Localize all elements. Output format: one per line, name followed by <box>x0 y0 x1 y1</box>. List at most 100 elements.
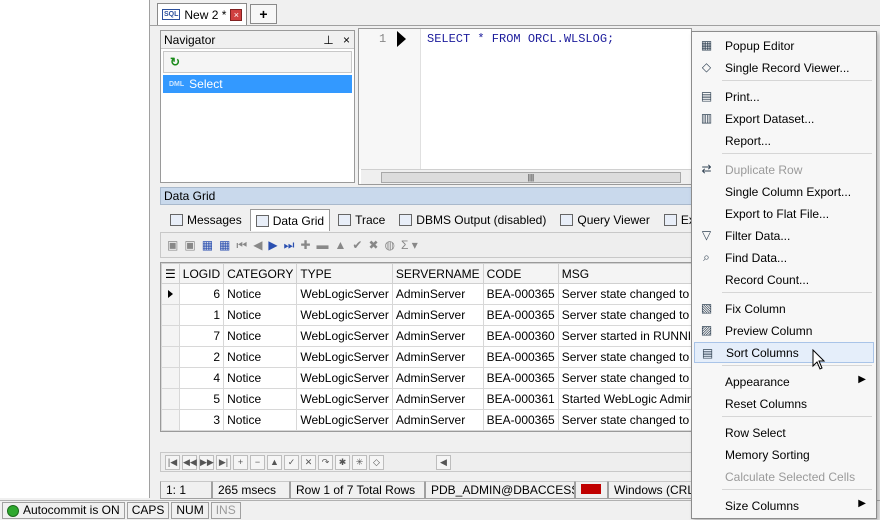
remove-icon[interactable]: − <box>250 454 265 470</box>
first-record-icon[interactable]: ⏮ <box>236 238 247 253</box>
sql-editor[interactable]: 1 SELECT * FROM ORCL.WLSLOG; ||| <box>358 28 692 185</box>
grid-cell[interactable]: Server state changed to <box>557 367 691 389</box>
menu-item-single-column-export[interactable]: Single Column Export... <box>694 181 874 202</box>
close-icon[interactable]: × <box>230 8 243 21</box>
grid-cell[interactable]: Server state changed to <box>557 346 691 368</box>
last-record-icon[interactable]: ⏭ <box>284 238 295 253</box>
post-record-icon[interactable]: ✔ <box>352 238 362 252</box>
menu-item-print[interactable]: ▤ Print... <box>694 86 874 107</box>
grid-cell[interactable]: BEA-000365 <box>482 367 559 389</box>
menu-item-row-select[interactable]: Row Select <box>694 422 874 443</box>
grid-cell[interactable]: AdminServer <box>391 409 484 431</box>
scroll-left-icon[interactable]: ◀ <box>436 454 451 470</box>
column-header[interactable]: CATEGORY <box>223 263 298 284</box>
grid-cell[interactable]: WebLogicServer <box>296 388 393 410</box>
table-row[interactable]: 2 Notice WebLogicServer AdminServer BEA-0003… <box>161 346 691 368</box>
grid-cell[interactable]: AdminServer <box>391 283 484 305</box>
row-indicator[interactable] <box>161 409 180 431</box>
grid-cell[interactable]: AdminServer <box>391 367 484 389</box>
up-icon[interactable]: ▲ <box>267 454 282 470</box>
menu-item-preview-column[interactable]: ▨ Preview Column <box>694 320 874 341</box>
tab-data-grid[interactable]: Data Grid <box>249 209 331 231</box>
menu-item-memory-sorting[interactable]: Memory Sorting <box>694 444 874 465</box>
table-row[interactable]: 5 Notice WebLogicServer AdminServer BEA-0003… <box>161 388 691 410</box>
column-header[interactable]: MSG <box>557 263 691 284</box>
grid-cell[interactable]: 2 <box>178 346 225 368</box>
pin-icon[interactable]: ⊥ <box>323 33 333 47</box>
grid-cell[interactable]: AdminServer <box>391 388 484 410</box>
table-row[interactable]: 7 Notice WebLogicServer AdminServer BEA-0003… <box>161 325 691 347</box>
grid-cell[interactable]: 1 <box>178 304 225 326</box>
clear-filter-icon[interactable]: ◇ <box>369 454 384 470</box>
close-icon[interactable]: × <box>343 33 350 47</box>
grid-cell[interactable]: Notice <box>223 304 298 326</box>
grid-cell[interactable]: WebLogicServer <box>296 409 393 431</box>
scrollbar-thumb[interactable]: ||| <box>381 172 681 183</box>
filter-grid-icon[interactable]: ◍ <box>385 238 395 252</box>
cancel-icon[interactable]: ✕ <box>301 454 316 470</box>
menu-item-popup-editor[interactable]: ▦ Popup Editor <box>694 35 874 56</box>
grid-cell[interactable]: WebLogicServer <box>296 367 393 389</box>
row-indicator[interactable] <box>161 304 180 326</box>
grid-cell[interactable]: WebLogicServer <box>296 283 393 305</box>
prev-record-icon[interactable]: ◀ <box>253 238 262 252</box>
grid-cell[interactable]: BEA-000360 <box>482 325 559 347</box>
prev-page-icon[interactable]: ◀◀ <box>182 454 197 470</box>
row-indicator[interactable] <box>161 283 180 305</box>
grid-cell[interactable]: 3 <box>178 409 225 431</box>
menu-item-single-record-viewer[interactable]: ◇ Single Record Viewer... <box>694 57 874 78</box>
row-indicator[interactable] <box>161 367 180 389</box>
menu-item-find-data[interactable]: ⌕ Find Data... <box>694 247 874 268</box>
new-tab-button[interactable]: + <box>250 4 277 24</box>
menu-item-reset-columns[interactable]: Reset Columns <box>694 393 874 414</box>
grid-cell[interactable]: 4 <box>178 367 225 389</box>
grid-cell[interactable]: 5 <box>178 388 225 410</box>
delete-record-icon[interactable]: ▬ <box>317 238 329 252</box>
tab-dbms-output[interactable]: DBMS Output (disabled) <box>393 209 552 231</box>
menu-item-export-dataset[interactable]: ▥ Export Dataset... <box>694 108 874 129</box>
grid-cell[interactable]: BEA-000365 <box>482 283 559 305</box>
cancel-record-icon[interactable]: ✖ <box>368 238 378 252</box>
add-icon[interactable]: + <box>233 454 248 470</box>
row-indicator[interactable] <box>161 325 180 347</box>
export-grid-icon[interactable]: ▦ <box>219 238 230 252</box>
grid-cell[interactable]: Server started in RUNNIN <box>557 325 691 347</box>
grid-cell[interactable]: Server state changed to <box>557 304 691 326</box>
menu-item-duplicate-row[interactable]: ⇄ Duplicate Row <box>694 159 874 180</box>
grid-cell[interactable]: WebLogicServer <box>296 304 393 326</box>
data-grid[interactable]: ☰ LOGID CATEGORY TYPE SERVERNAME CODE MS… <box>160 262 692 432</box>
grid-cell[interactable]: AdminServer <box>391 325 484 347</box>
grid-cell[interactable]: 7 <box>178 325 225 347</box>
grid-cell[interactable]: Notice <box>223 325 298 347</box>
tab-messages[interactable]: Messages <box>164 209 248 231</box>
table-row[interactable]: 6 Notice WebLogicServer AdminServer BEA-0003… <box>161 283 691 305</box>
lock-icon[interactable]: ▣ <box>167 238 178 252</box>
menu-item-export-to-flat-file[interactable]: Export to Flat File... <box>694 203 874 224</box>
menu-item-size-columns[interactable]: Size Columns ▶ <box>694 495 874 516</box>
editor-horizontal-scrollbar[interactable]: ||| <box>361 169 691 184</box>
next-record-icon[interactable]: ▶ <box>268 238 277 252</box>
sql-code[interactable]: SELECT * FROM ORCL.WLSLOG; <box>427 32 614 46</box>
asterisk-icon[interactable]: ✱ <box>335 454 350 470</box>
navigator-item-select[interactable]: DML Select <box>163 75 352 93</box>
tab-trace[interactable]: Trace <box>332 209 391 231</box>
sum-icon[interactable]: Σ ▾ <box>401 238 418 252</box>
menu-item-filter-data[interactable]: ▽ Filter Data... <box>694 225 874 246</box>
menu-item-calculate-selected-cells[interactable]: Calculate Selected Cells <box>694 466 874 487</box>
grid-cell[interactable]: Notice <box>223 283 298 305</box>
grid-cell[interactable]: BEA-000365 <box>482 409 559 431</box>
column-header[interactable]: LOGID <box>178 263 225 284</box>
grid-cell[interactable]: Notice <box>223 388 298 410</box>
last-icon[interactable]: ▶| <box>216 454 231 470</box>
row-selector-header[interactable]: ☰ <box>161 263 180 284</box>
grid-cell[interactable]: Server state changed to <box>557 283 691 305</box>
grid-cell[interactable]: Started WebLogic Admin <box>557 388 691 410</box>
tab-new-2[interactable]: SQL New 2 * × <box>157 3 247 25</box>
grid-cell[interactable]: Server state changed to <box>557 409 691 431</box>
insert-record-icon[interactable]: ✚ <box>300 238 310 252</box>
table-row[interactable]: 4 Notice WebLogicServer AdminServer BEA-0003… <box>161 367 691 389</box>
grid-cell[interactable]: Notice <box>223 367 298 389</box>
grid-cell[interactable]: AdminServer <box>391 346 484 368</box>
grid-cell[interactable]: WebLogicServer <box>296 346 393 368</box>
row-indicator[interactable] <box>161 346 180 368</box>
